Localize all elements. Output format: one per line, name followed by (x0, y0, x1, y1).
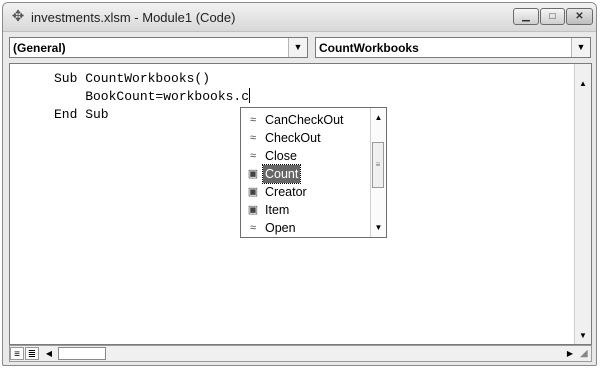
object-dropdown[interactable]: (General) ▼ (9, 37, 308, 58)
scrollbar-thumb[interactable] (58, 347, 106, 360)
method-icon: ≈ (249, 150, 257, 162)
autocomplete-item-label: CheckOut (265, 131, 321, 145)
property-icon: ▣ (247, 204, 259, 216)
scroll-down-button[interactable]: ▼ (371, 220, 386, 236)
autocomplete-item-label: Item (265, 203, 290, 217)
autocomplete-item[interactable]: ≈ Open (241, 219, 371, 237)
autocomplete-list[interactable]: ≈ CanCheckOut ≈ CheckOut ≈ Close ▣ Count ▣ Creato… (240, 107, 387, 238)
autocomplete-item-label: Open (265, 221, 296, 235)
scrollbar-thumb[interactable]: ≡ (372, 142, 384, 188)
autocomplete-item[interactable]: ▣ Creator (241, 183, 371, 201)
procedure-dropdown[interactable]: CountWorkbooks ▼ (315, 37, 591, 58)
horizontal-scrollbar: ≡ ≣ ◀ ▶ ◢ (9, 345, 592, 362)
scroll-right-button[interactable]: ▶ (563, 347, 577, 360)
minimize-button[interactable]: ▁ (513, 8, 539, 25)
vertical-scrollbar[interactable]: ▲ ▼ (574, 64, 591, 344)
autocomplete-item-label: Count (261, 164, 302, 184)
autocomplete-item[interactable]: ▣ Item (241, 201, 371, 219)
autocomplete-item[interactable]: ≈ CanCheckOut (241, 111, 371, 129)
autocomplete-item-label: Close (265, 149, 297, 163)
scroll-down-button[interactable]: ▼ (575, 328, 591, 344)
property-icon: ▣ (247, 168, 259, 180)
close-button[interactable]: ✕ (566, 8, 593, 25)
full-module-view-button[interactable]: ≣ (25, 347, 39, 360)
vba-module-icon: ✥ (11, 8, 25, 25)
maximize-button[interactable]: □ (540, 8, 565, 25)
title-bar[interactable]: ✥ investments.xlsm - Module1 (Code) ▁ □ … (3, 3, 596, 32)
autocomplete-item[interactable]: ▣ Count (241, 164, 371, 184)
chevron-down-icon[interactable]: ▼ (288, 38, 307, 57)
object-dropdown-value: (General) (13, 41, 66, 55)
text-caret (249, 88, 251, 103)
autocomplete-item-label: Creator (265, 185, 307, 199)
autocomplete-scrollbar[interactable]: ▲ ≡ ▼ (370, 108, 386, 237)
scroll-up-button[interactable]: ▲ (371, 110, 386, 126)
code-line-2: BookCount=workbooks.c (54, 89, 250, 104)
scroll-left-button[interactable]: ◀ (42, 347, 56, 360)
autocomplete-item[interactable]: ≈ Close (241, 147, 371, 165)
autocomplete-item[interactable]: ≈ CheckOut (241, 129, 371, 147)
chevron-down-icon[interactable]: ▼ (571, 38, 590, 57)
window-title: investments.xlsm - Module1 (Code) (31, 10, 236, 25)
procedure-dropdown-value: CountWorkbooks (319, 41, 419, 55)
property-icon: ▣ (247, 186, 259, 198)
procedure-view-button[interactable]: ≡ (10, 347, 24, 360)
method-icon: ≈ (249, 114, 257, 126)
code-line-3: End Sub (54, 107, 109, 122)
autocomplete-item-label: CanCheckOut (265, 113, 344, 127)
code-text[interactable]: Sub CountWorkbooks() BookCount=workbooks… (54, 70, 251, 124)
resize-grip-icon[interactable]: ◢ (580, 348, 588, 359)
method-icon: ≈ (249, 132, 257, 144)
scroll-up-button[interactable]: ▲ (575, 76, 591, 92)
method-icon: ≈ (249, 222, 257, 234)
code-line-1: Sub CountWorkbooks() (54, 71, 211, 86)
